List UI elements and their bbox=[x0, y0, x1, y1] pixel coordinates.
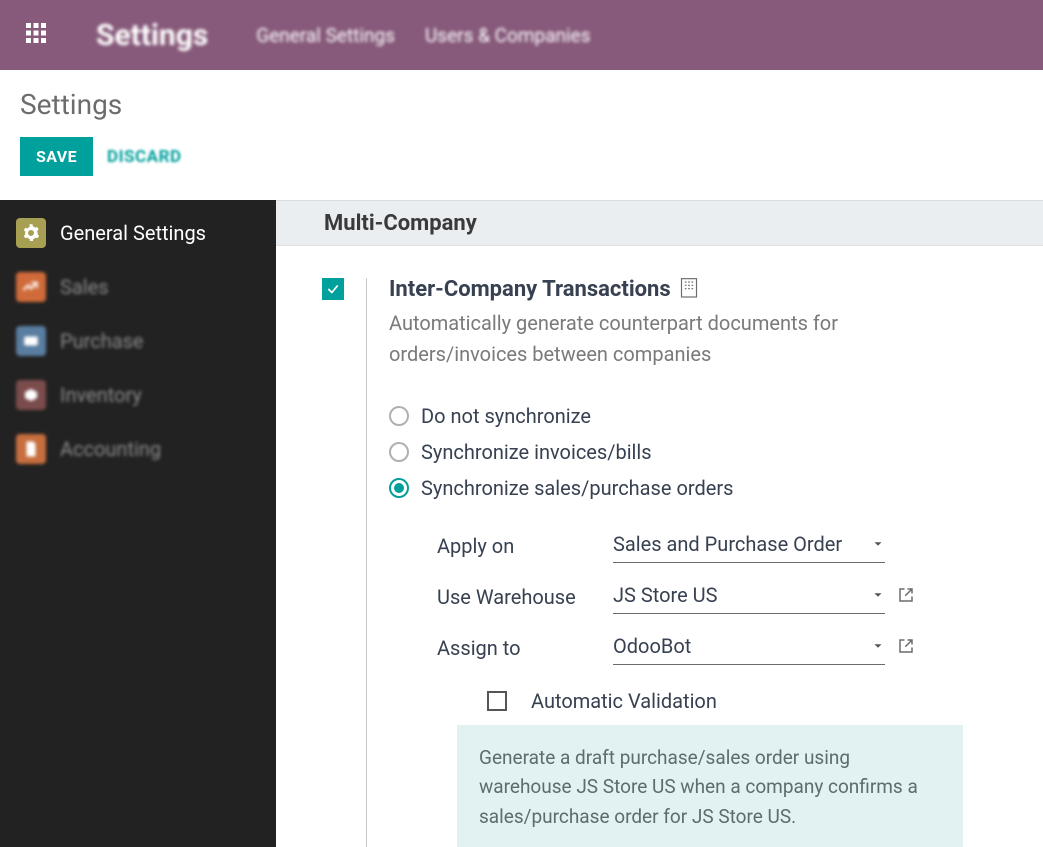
field-value: Sales and Purchase Order bbox=[613, 532, 842, 556]
auto-validation-checkbox[interactable] bbox=[487, 691, 507, 711]
box-icon bbox=[16, 380, 46, 410]
caret-down-icon bbox=[871, 634, 885, 658]
info-box: Generate a draft purchase/sales order us… bbox=[457, 725, 963, 847]
nav-users-companies[interactable]: Users & Companies bbox=[425, 24, 591, 47]
chart-icon bbox=[16, 272, 46, 302]
main: Multi-Company Inter-Company Transactions… bbox=[276, 200, 1043, 847]
brand-title: Settings bbox=[96, 18, 208, 53]
sidebar-item-general-settings[interactable]: General Settings bbox=[0, 206, 276, 260]
field-assign-to: Assign to OdooBot bbox=[437, 622, 963, 673]
setting-body: Inter-Company Transactions Automatically… bbox=[389, 276, 1023, 847]
field-label: Apply on bbox=[437, 534, 613, 558]
caret-down-icon bbox=[871, 583, 885, 607]
sidebar-item-sales[interactable]: Sales bbox=[0, 260, 276, 314]
field-label: Use Warehouse bbox=[437, 585, 613, 609]
save-button[interactable]: SAVE bbox=[20, 137, 93, 176]
subheader: Settings SAVE DISCARD bbox=[0, 70, 1043, 200]
radio-group: Do not synchronize Synchronize invoices/… bbox=[389, 398, 963, 506]
sidebar-item-label: General Settings bbox=[60, 221, 206, 245]
sidebar-item-accounting[interactable]: Accounting bbox=[0, 422, 276, 476]
warehouse-select[interactable]: JS Store US bbox=[613, 579, 885, 614]
caret-down-icon bbox=[871, 532, 885, 556]
sidebar: General Settings Sales Purchase Inventor… bbox=[0, 200, 276, 847]
field-value: JS Store US bbox=[613, 583, 718, 607]
sidebar-item-label: Inventory bbox=[60, 383, 142, 407]
setting-description: Automatically generate counterpart docum… bbox=[389, 308, 963, 370]
radio-sync-orders[interactable]: Synchronize sales/purchase orders bbox=[389, 470, 963, 506]
assign-to-select[interactable]: OdooBot bbox=[613, 630, 885, 665]
setting-block: Inter-Company Transactions Automatically… bbox=[276, 246, 1043, 847]
radio-label: Synchronize sales/purchase orders bbox=[421, 476, 733, 500]
radio-icon bbox=[389, 478, 409, 498]
field-label: Assign to bbox=[437, 636, 613, 660]
sidebar-item-label: Purchase bbox=[60, 329, 144, 353]
gear-icon bbox=[16, 218, 46, 248]
radio-label: Do not synchronize bbox=[421, 404, 591, 428]
topbar: Settings General Settings Users & Compan… bbox=[0, 0, 1043, 70]
radio-icon bbox=[389, 442, 409, 462]
sidebar-item-inventory[interactable]: Inventory bbox=[0, 368, 276, 422]
setting-title: Inter-Company Transactions bbox=[389, 277, 671, 302]
sidebar-item-label: Sales bbox=[60, 275, 109, 299]
sidebar-item-purchase[interactable]: Purchase bbox=[0, 314, 276, 368]
enable-checkbox[interactable] bbox=[322, 278, 344, 300]
discard-button[interactable]: DISCARD bbox=[107, 147, 181, 167]
auto-validation-label: Automatic Validation bbox=[531, 689, 717, 713]
external-link-icon[interactable] bbox=[897, 585, 915, 609]
section-header: Multi-Company bbox=[276, 200, 1043, 246]
field-value: OdooBot bbox=[613, 634, 691, 658]
radio-icon bbox=[389, 406, 409, 426]
document-icon bbox=[16, 434, 46, 464]
radio-label: Synchronize invoices/bills bbox=[421, 440, 652, 464]
cart-icon bbox=[16, 326, 46, 356]
field-apply-on: Apply on Sales and Purchase Order bbox=[437, 520, 963, 571]
building-icon bbox=[679, 276, 699, 302]
auto-validation-row: Automatic Validation bbox=[437, 673, 963, 721]
radio-sync-invoices[interactable]: Synchronize invoices/bills bbox=[389, 434, 963, 470]
field-block: Apply on Sales and Purchase Order Use Wa… bbox=[389, 520, 963, 847]
external-link-icon[interactable] bbox=[897, 636, 915, 660]
radio-do-not-sync[interactable]: Do not synchronize bbox=[389, 398, 963, 434]
action-row: SAVE DISCARD bbox=[20, 137, 1023, 176]
apps-icon[interactable] bbox=[24, 21, 48, 49]
nav-general-settings[interactable]: General Settings bbox=[256, 24, 395, 47]
topnav: General Settings Users & Companies bbox=[256, 24, 590, 47]
body: General Settings Sales Purchase Inventor… bbox=[0, 200, 1043, 847]
sidebar-item-label: Accounting bbox=[60, 437, 161, 461]
apply-on-select[interactable]: Sales and Purchase Order bbox=[613, 528, 885, 563]
page-title: Settings bbox=[20, 88, 1023, 121]
divider bbox=[366, 278, 367, 847]
field-use-warehouse: Use Warehouse JS Store US bbox=[437, 571, 963, 622]
